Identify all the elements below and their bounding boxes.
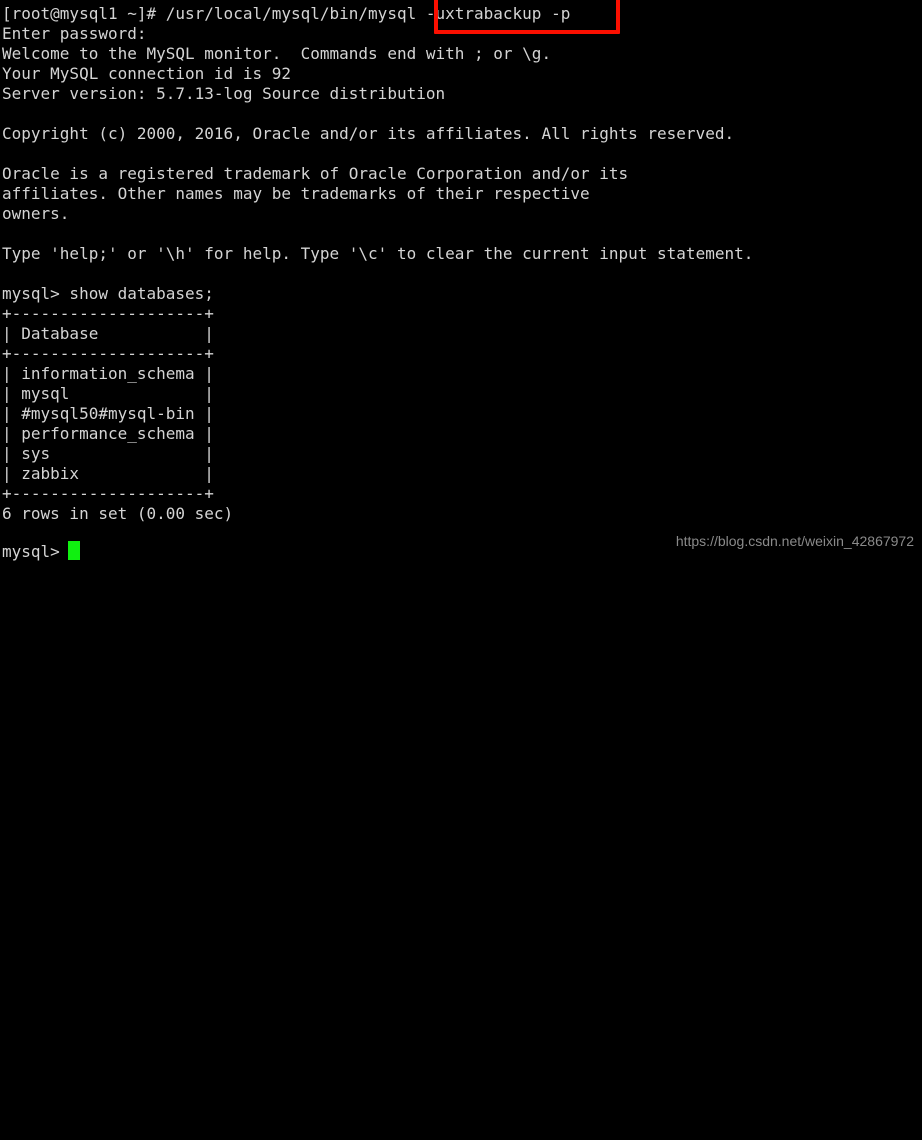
terminal-line-help-hint: Type 'help;' or '\h' for help. Type '\c'… — [2, 244, 754, 263]
table-row: | zabbix | — [2, 464, 214, 483]
table-row: | sys | — [2, 444, 214, 463]
table-separator-middle: +--------------------+ — [2, 344, 214, 363]
watermark-text: https://blog.csdn.net/weixin_42867972 — [675, 533, 914, 549]
terminal-window[interactable]: [root@mysql1 ~]# /usr/local/mysql/bin/my… — [0, 0, 922, 570]
terminal-line-welcome: Welcome to the MySQL monitor. Commands e… — [2, 44, 552, 63]
table-row: | #mysql50#mysql-bin | — [2, 404, 214, 423]
text-cursor — [68, 541, 80, 560]
table-row: | mysql | — [2, 384, 214, 403]
table-separator-bottom: +--------------------+ — [2, 484, 214, 503]
query-status-line: 6 rows in set (0.00 sec) — [2, 504, 234, 523]
terminal-line-trademark-3: owners. — [2, 204, 70, 223]
table-row: | performance_schema | — [2, 424, 214, 443]
terminal-line-connection-id: Your MySQL connection id is 92 — [2, 64, 291, 83]
terminal-line-trademark-2: affiliates. Other names may be trademark… — [2, 184, 590, 203]
terminal-line-trademark-1: Oracle is a registered trademark of Orac… — [2, 164, 629, 183]
terminal-line-query: mysql> show databases; — [2, 284, 214, 303]
terminal-line-server-version: Server version: 5.7.13-log Source distri… — [2, 84, 446, 103]
terminal-line-password-prompt: Enter password: — [2, 24, 147, 43]
table-row: | information_schema | — [2, 364, 214, 383]
terminal-line-command: [root@mysql1 ~]# /usr/local/mysql/bin/my… — [2, 4, 571, 23]
terminal-prompt-active[interactable]: mysql> — [2, 542, 69, 562]
table-header-row: | Database | — [2, 324, 214, 343]
table-separator-top: +--------------------+ — [2, 304, 214, 323]
terminal-line-copyright: Copyright (c) 2000, 2016, Oracle and/or … — [2, 124, 735, 143]
